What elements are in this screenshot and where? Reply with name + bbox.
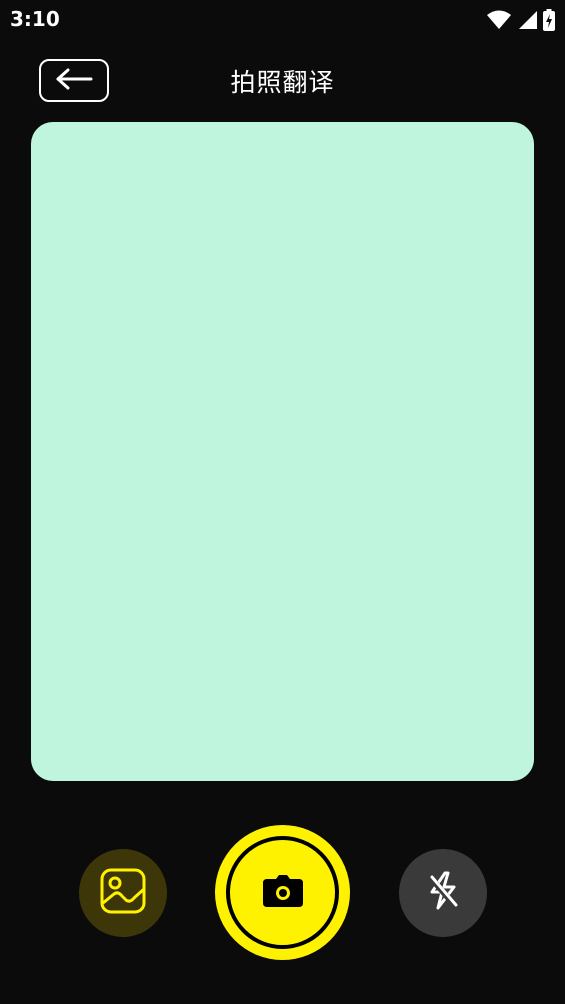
cell-signal-icon [517, 10, 537, 30]
status-icons [487, 9, 555, 31]
flash-button[interactable] [399, 849, 487, 937]
wifi-icon [487, 10, 511, 30]
gallery-button[interactable] [79, 849, 167, 937]
status-bar: 3:10 [0, 0, 565, 40]
camera-translate-screen: 3:10 拍照翻译 [0, 0, 565, 1004]
shutter-button[interactable] [215, 825, 350, 960]
flash-off-icon [423, 870, 463, 916]
battery-charging-icon [543, 9, 555, 31]
camera-icon [262, 874, 303, 911]
status-time: 3:10 [10, 7, 60, 31]
camera-preview[interactable] [31, 122, 534, 781]
page-title: 拍照翻译 [230, 68, 335, 97]
shutter-ring [226, 836, 339, 949]
image-gallery-icon [100, 868, 146, 918]
